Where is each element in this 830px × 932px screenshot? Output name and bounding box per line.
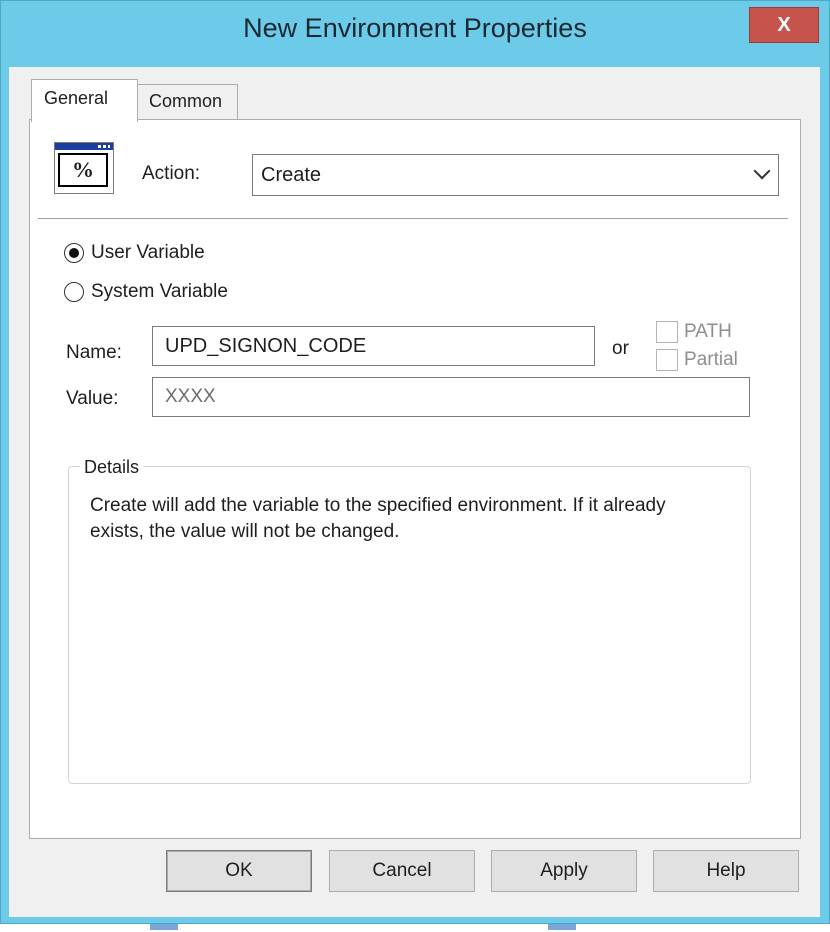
apply-button[interactable]: Apply [491,850,637,892]
separator [38,218,788,219]
path-checkbox[interactable]: PATH [656,321,732,343]
general-tab-panel: % Action: Create User Variable System Va… [29,119,801,839]
apply-button-label: Apply [540,860,588,881]
environment-variable-icon: % [54,142,114,194]
help-button-label: Help [706,860,746,881]
tab-general-label: General [44,88,109,108]
action-label: Action: [142,163,201,184]
details-title: Details [80,457,144,478]
percent-icon: % [58,153,108,187]
close-button[interactable]: X [749,7,819,43]
tab-common-label: Common [149,91,223,111]
chevron-down-icon[interactable] [753,162,771,180]
cancel-button-label: Cancel [372,860,432,881]
system-variable-label: System Variable [91,281,228,302]
value-label: Value: [66,388,119,409]
partial-checkbox-label: Partial [684,349,738,370]
partial-checkbox[interactable]: Partial [656,349,738,371]
radio-selected-icon[interactable] [64,243,84,263]
details-text: Create will add the variable to the spec… [90,495,666,542]
user-variable-label: User Variable [91,242,205,263]
dialog-client-area: General Common % Action: Create User Var… [9,67,820,917]
close-icon: X [777,13,791,36]
dialog-window: New Environment Properties X General Com… [0,0,830,924]
background-fragment [548,924,576,930]
value-input-value: XXXX [165,386,216,407]
checkbox-icon[interactable] [656,349,678,371]
name-label: Name: [66,342,122,363]
or-label: or [612,338,629,359]
window-title: New Environment Properties [243,13,587,43]
title-bar[interactable]: New Environment Properties X [1,1,829,65]
ok-button[interactable]: OK [166,850,312,892]
name-input-value: UPD_SIGNON_CODE [165,335,367,357]
ok-button-label: OK [225,860,253,881]
user-variable-radio[interactable]: User Variable [64,242,205,264]
tab-general[interactable]: General [31,79,138,122]
name-input[interactable]: UPD_SIGNON_CODE [152,326,595,366]
background-strip [0,924,830,932]
cancel-button[interactable]: Cancel [329,850,475,892]
help-button[interactable]: Help [653,850,799,892]
radio-unselected-icon[interactable] [64,282,84,302]
action-select-value: Create [261,164,322,186]
system-variable-radio[interactable]: System Variable [64,281,228,303]
checkbox-icon[interactable] [656,321,678,343]
background-fragment [150,924,178,930]
value-input[interactable]: XXXX [152,377,750,417]
path-checkbox-label: PATH [684,321,732,342]
action-select[interactable]: Create [252,154,779,196]
tab-common[interactable]: Common [137,84,238,120]
